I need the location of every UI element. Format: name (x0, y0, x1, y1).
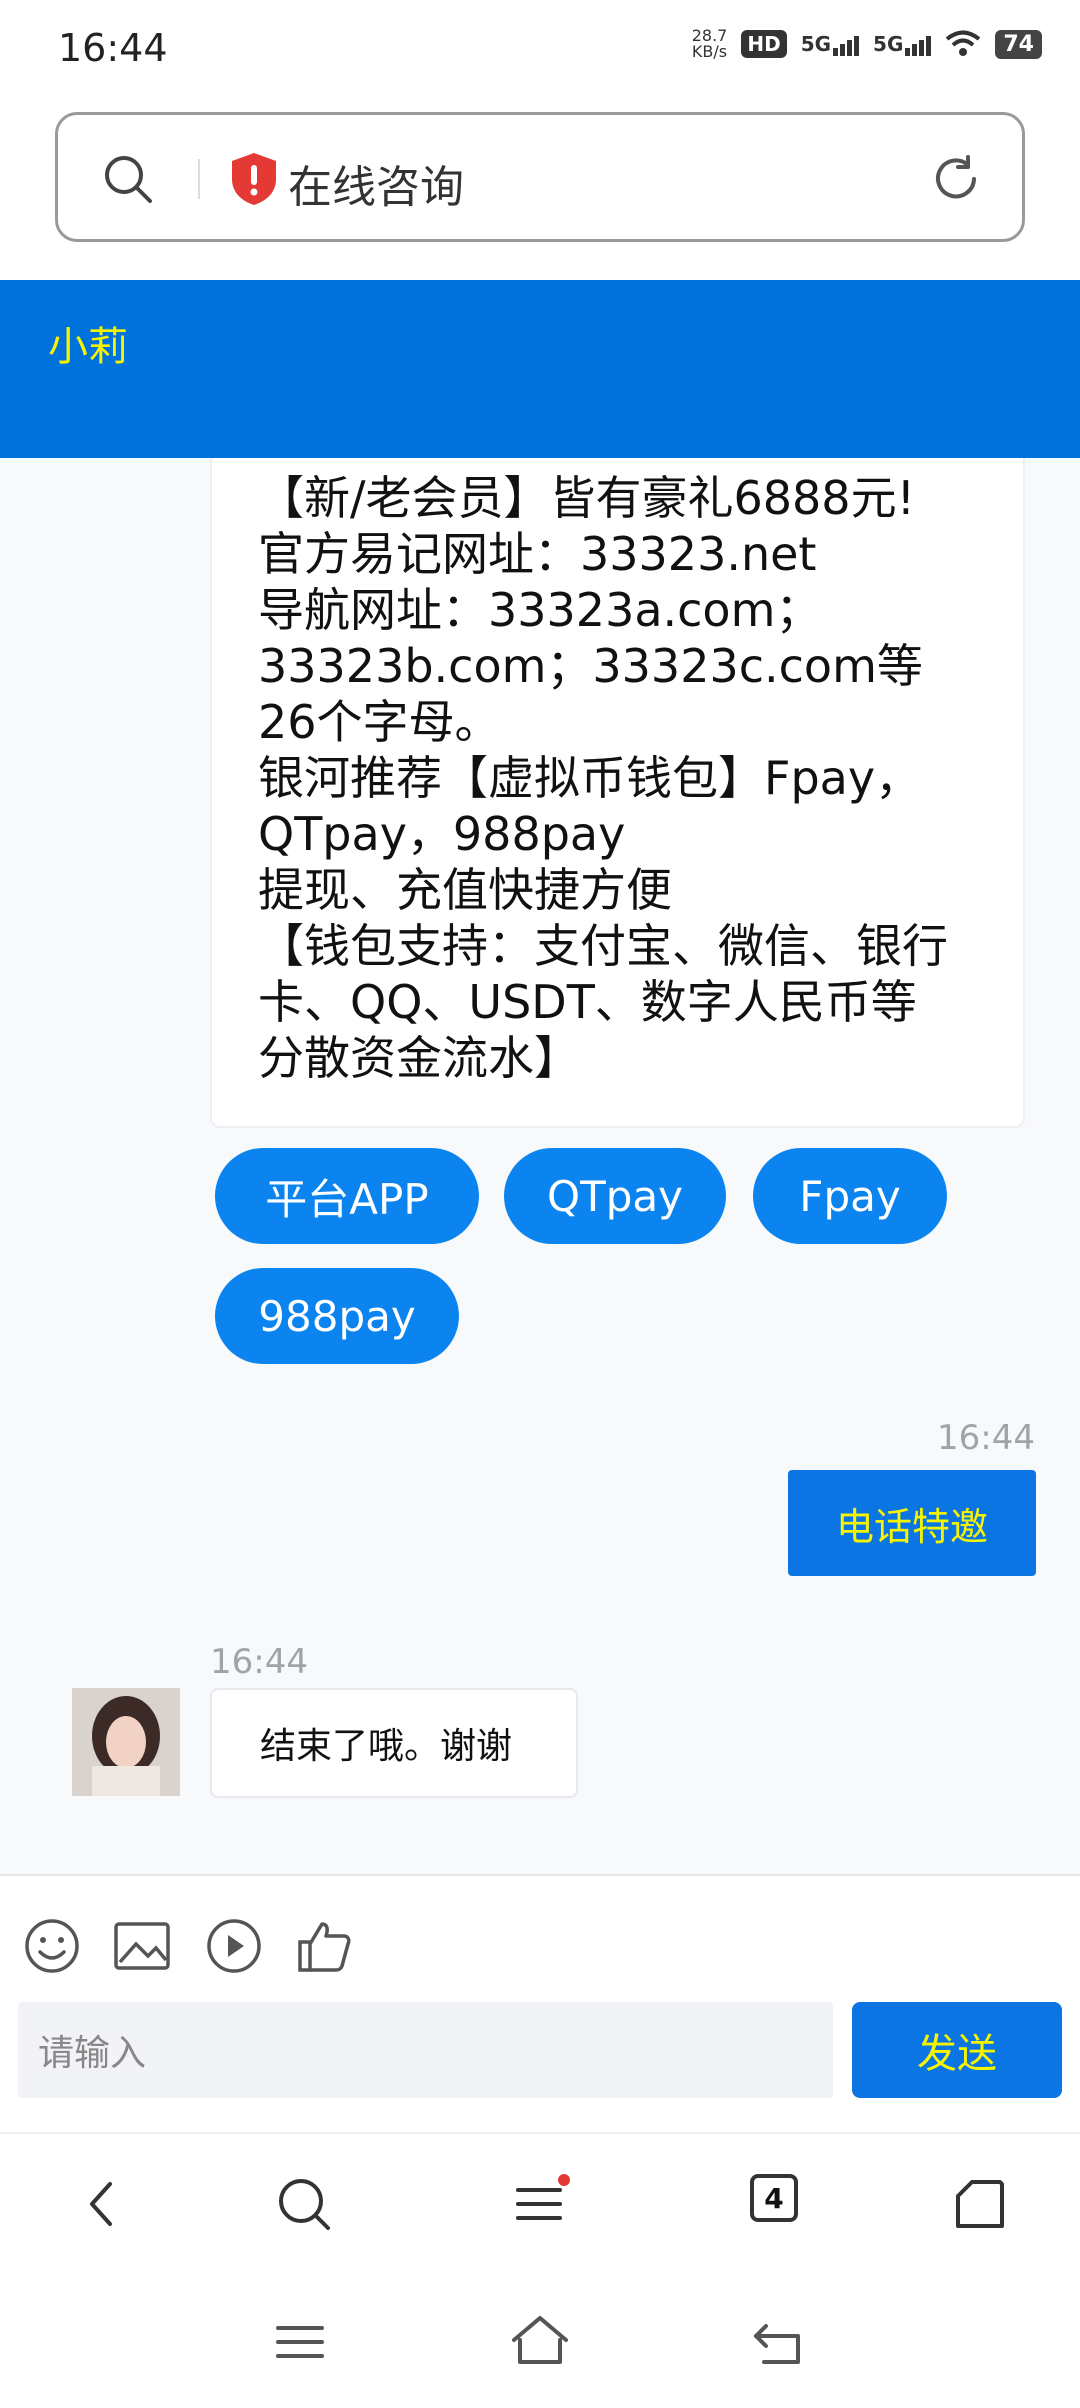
wifi-icon (946, 30, 981, 56)
message-time: 16:44 (210, 1642, 308, 1682)
video-icon[interactable] (204, 1916, 264, 1976)
back-icon[interactable] (72, 2174, 132, 2234)
message-line: 卡、QQ、USDT、数字人民币等 (258, 975, 917, 1029)
message-line: 提现、充值快捷方便 (258, 863, 672, 917)
network-speed: 28.7 KB/s (692, 28, 728, 60)
back-gesture-icon[interactable] (750, 2312, 810, 2372)
signal-label: 5G (800, 32, 832, 56)
agent-name: 小莉 (48, 324, 128, 370)
shield-warning-icon (232, 153, 276, 205)
message-time: 16:44 (937, 1418, 1035, 1458)
message-line: 26个字母。 (258, 695, 501, 749)
browser-bottom-nav: 4 (0, 2132, 1080, 2282)
message-input[interactable]: 请输入 (18, 2002, 833, 2098)
image-icon[interactable] (112, 1916, 172, 1976)
status-bar: 16:44 28.7 KB/s HD 5G 5G 74 (0, 0, 1080, 100)
address-box[interactable]: 在线咨询 (55, 112, 1025, 242)
page-title: 在线咨询 (288, 162, 464, 213)
signal-label-2: 5G (873, 32, 904, 56)
message-line: 分散资金流水】 (258, 1031, 580, 1085)
message-line: 【新/老会员】皆有豪礼6888元! (258, 471, 916, 525)
reload-icon[interactable] (930, 153, 982, 205)
home-icon[interactable] (508, 2310, 572, 2370)
status-time: 16:44 (58, 26, 168, 70)
chip-fpay[interactable]: Fpay (753, 1148, 947, 1244)
chip-988pay[interactable]: 988pay (215, 1268, 459, 1364)
send-button[interactable]: 发送 (852, 2002, 1062, 2098)
message-line: 【钱包支持：支付宝、微信、银行 (258, 919, 948, 973)
message-line: 银河推荐【虚拟币钱包】Fpay， (258, 751, 922, 805)
tabs-count: 4 (750, 2174, 798, 2222)
browser-url-bar: 在线咨询 (0, 100, 1080, 280)
message-card: 【新/老会员】皆有豪礼6888元! 官方易记网址：33323.net 导航网址：… (210, 458, 1025, 1128)
system-nav-bar (0, 2282, 1080, 2408)
signal-icon-2: 5G (873, 32, 932, 56)
sent-message-bubble: 电话特邀 (788, 1470, 1036, 1576)
message-line: 导航网址：33323a.com； (258, 583, 822, 637)
battery-icon: 74 (995, 29, 1042, 59)
agent-avatar (72, 1688, 180, 1796)
received-message-bubble: 结束了哦。谢谢 (210, 1688, 578, 1798)
message-line: 官方易记网址：33323.net (258, 527, 817, 581)
chip-platform-app[interactable]: 平台APP (215, 1148, 479, 1244)
recent-apps-icon[interactable] (270, 2312, 330, 2372)
search-icon[interactable] (102, 153, 154, 205)
status-icons: 28.7 KB/s HD 5G 5G 74 (692, 28, 1042, 60)
menu-icon[interactable] (510, 2174, 570, 2234)
message-line: 33323b.com；33323c.com等 (258, 639, 923, 693)
message-composer: 请输入 发送 (0, 1874, 1080, 2132)
thumbs-up-icon[interactable] (294, 1916, 354, 1976)
chat-area[interactable]: 【新/老会员】皆有豪礼6888元! 官方易记网址：33323.net 导航网址：… (0, 458, 1080, 1874)
chat-header: 小莉 (0, 280, 1080, 458)
divider (198, 159, 200, 199)
signal-icon: 5G (800, 32, 860, 56)
message-line: QTpay，988pay (258, 807, 626, 861)
chip-qtpay[interactable]: QTpay (504, 1148, 726, 1244)
emoji-icon[interactable] (22, 1916, 82, 1976)
home-page-icon[interactable] (950, 2174, 1010, 2234)
hd-icon: HD (741, 30, 787, 58)
speed-unit: KB/s (691, 42, 728, 61)
search-icon[interactable] (274, 2174, 334, 2234)
tabs-button[interactable]: 4 (750, 2174, 810, 2234)
